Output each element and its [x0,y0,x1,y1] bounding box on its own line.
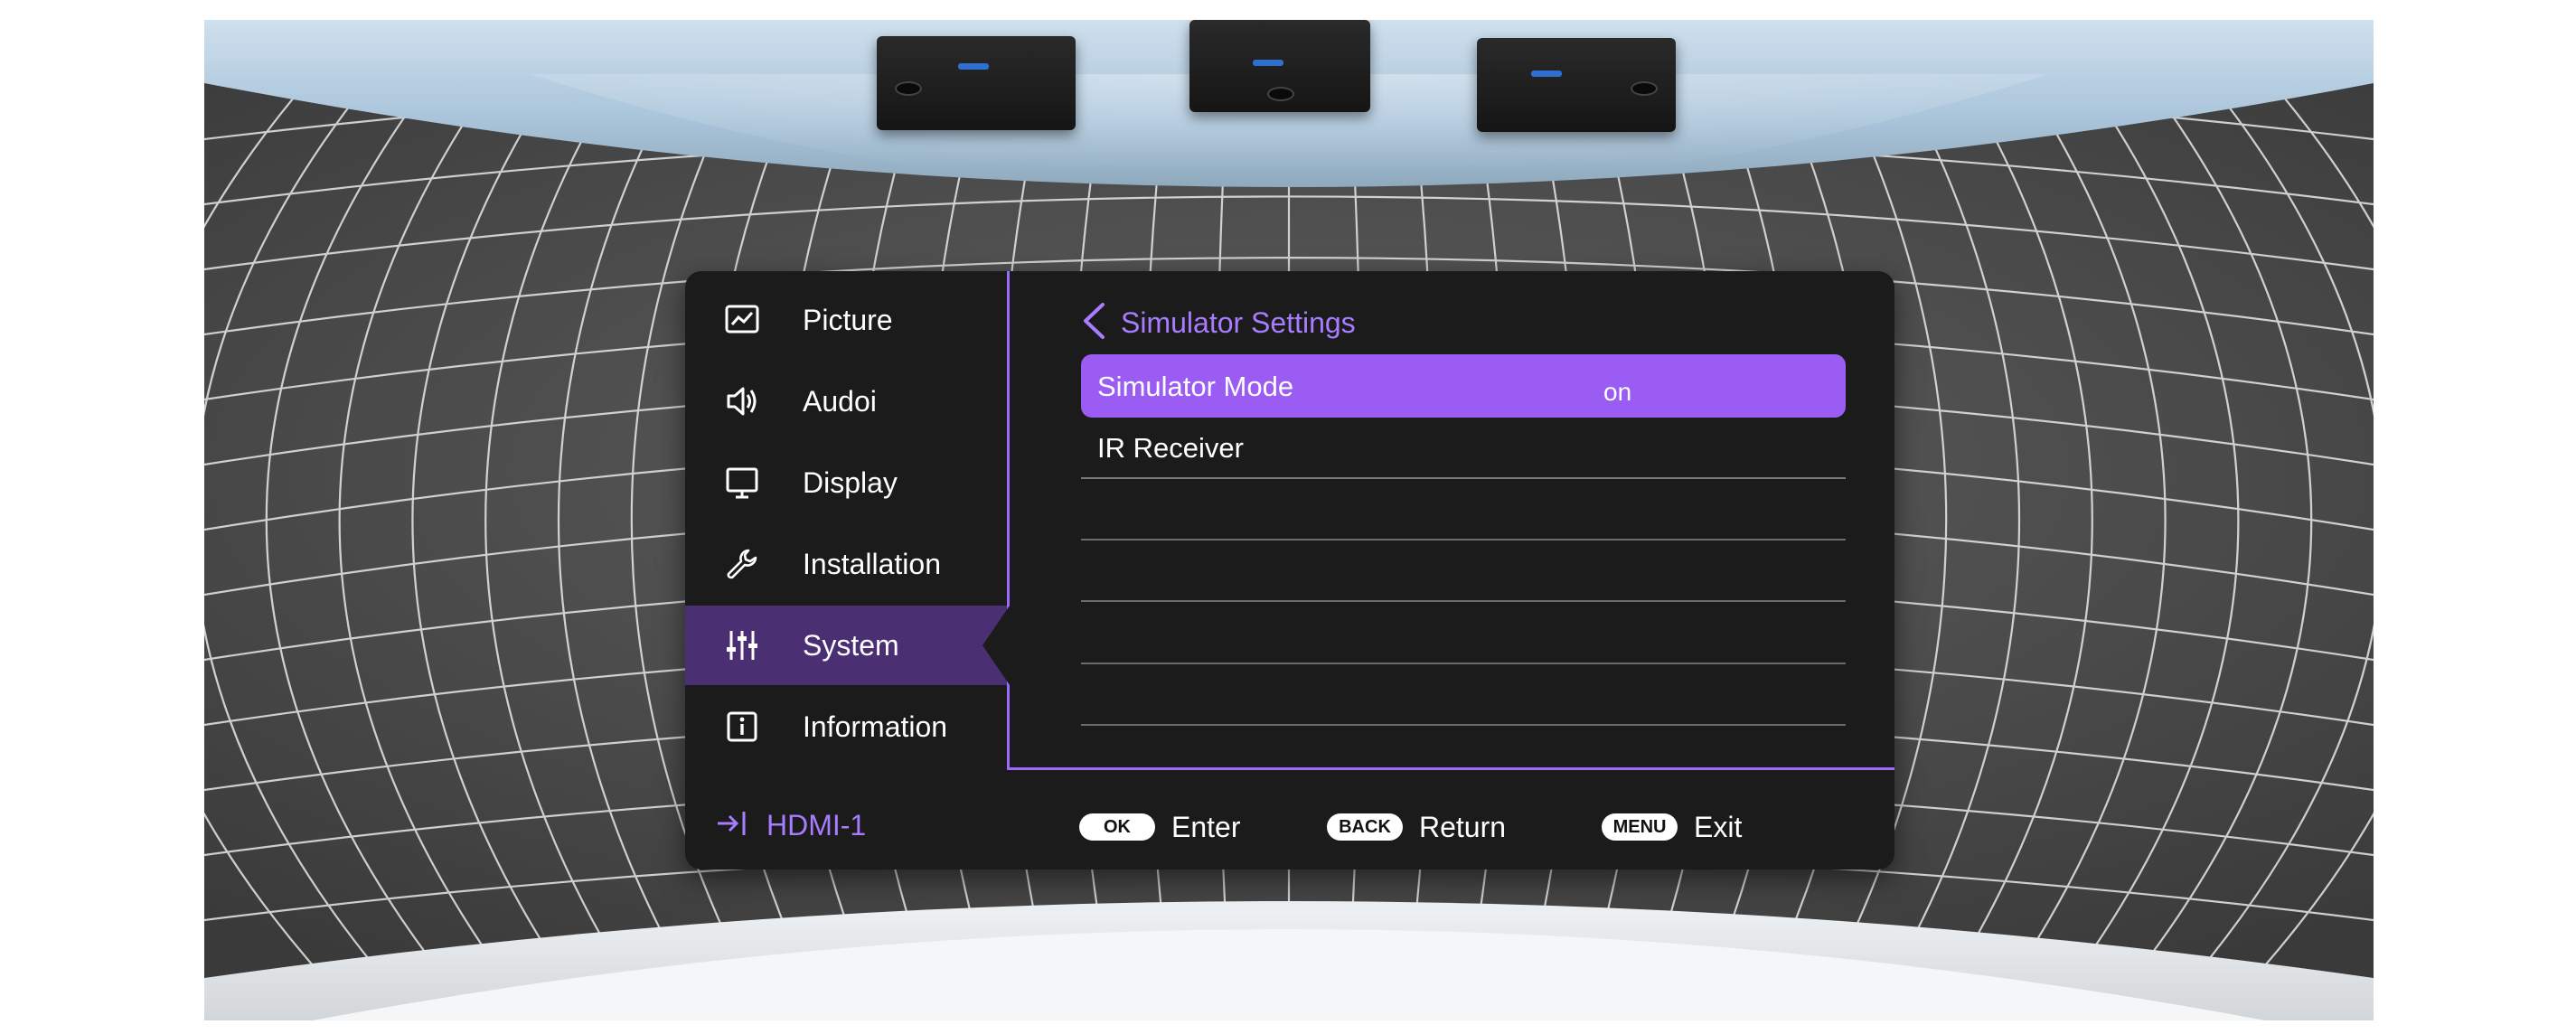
hint-label: Exit [1694,810,1743,843]
menu-item-information[interactable]: Information [685,687,1007,766]
setting-label: IR Receiver [1097,432,1244,464]
input-source: HDMI-1 [714,803,866,848]
monitor-icon [723,464,761,502]
row-divider [1081,663,1846,664]
back-button[interactable]: Simulator Settings [1081,300,1356,345]
ok-key-badge: OK [1079,813,1155,841]
picture-chart-icon [723,301,761,339]
setting-value: on [1603,378,1632,406]
menu-item-label: Picture [803,303,893,336]
menu-item-system[interactable]: System [685,606,1010,685]
projector-center [1189,20,1370,112]
projector-right [1477,38,1676,132]
row-divider [1081,724,1846,726]
hint-label: Return [1419,810,1507,843]
menu-item-audio[interactable]: Audoi [685,362,1007,441]
wrench-icon [723,545,761,583]
input-arrow-icon [714,807,750,844]
projector-left [877,36,1076,130]
hint-exit: MENU Exit [1602,804,1742,850]
speaker-icon [723,382,761,420]
menu-key-badge: MENU [1602,813,1678,841]
menu-item-label: Display [803,465,898,499]
setting-label: Simulator Mode [1097,371,1294,402]
menu-item-label: Information [803,710,948,743]
menu-item-label: Installation [803,547,941,580]
chevron-left-icon [1081,302,1106,344]
setting-row-ir-receiver[interactable]: IR Receiver [1081,416,1846,479]
menu-item-display[interactable]: Display [685,443,1007,522]
hint-label: Enter [1171,810,1241,843]
sliders-icon [723,626,761,664]
menu-item-label: System [803,628,899,662]
osd-menu: Picture Audoi Display Installation Syste… [685,271,1894,870]
row-divider [1081,600,1846,602]
page-title: Simulator Settings [1121,306,1356,339]
hint-enter: OK Enter [1079,804,1240,850]
row-divider [1081,539,1846,540]
menu-item-picture[interactable]: Picture [685,280,1007,360]
info-icon [723,708,761,746]
main-menu-sidebar: Picture Audoi Display Installation Syste… [685,271,1010,770]
setting-row-simulator-mode[interactable]: Simulator Mode on [1081,354,1846,418]
back-key-badge: BACK [1327,813,1403,841]
menu-item-label: Audoi [803,384,877,418]
menu-item-installation[interactable]: Installation [685,524,1007,604]
hint-return: BACK Return [1327,804,1506,850]
input-source-label: HDMI-1 [766,808,867,841]
content-divider [1007,767,1894,770]
